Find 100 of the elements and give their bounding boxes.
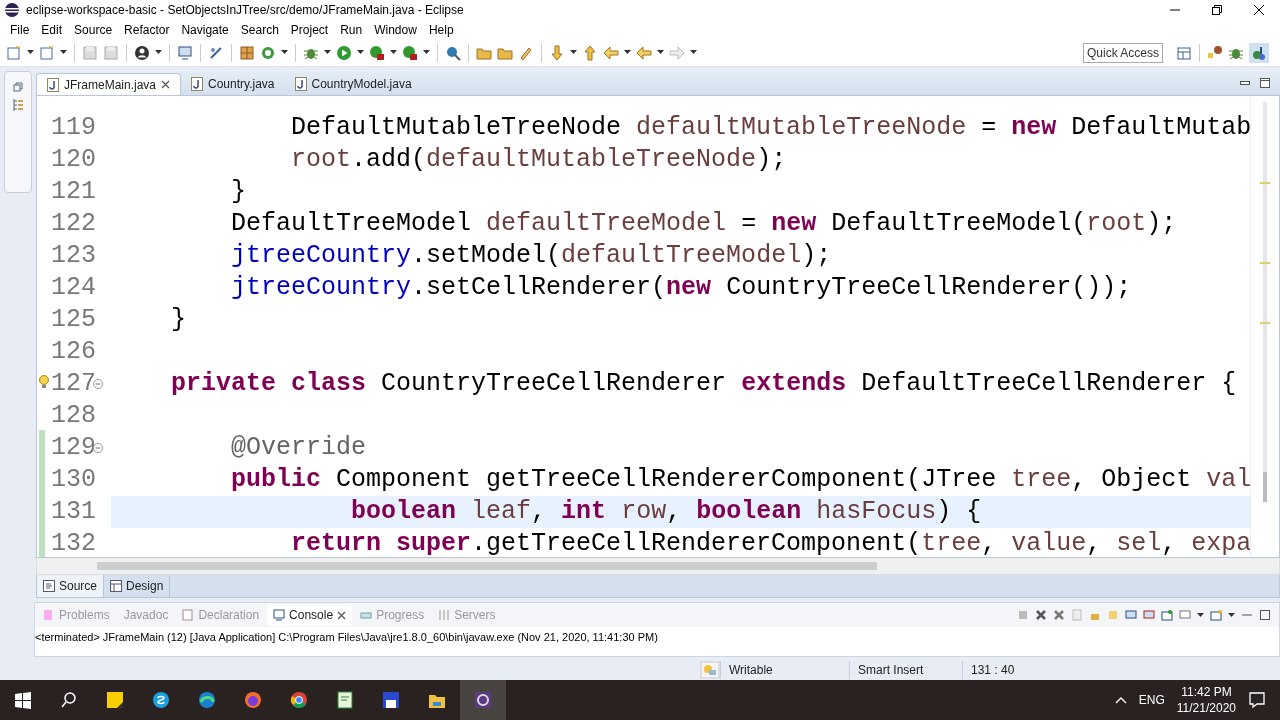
caret-icon[interactable] <box>570 50 577 56</box>
caret-icon[interactable] <box>27 50 34 56</box>
progress-icon <box>360 609 373 622</box>
search-icon[interactable] <box>59 690 79 710</box>
menu-item[interactable]: Edit <box>35 23 69 38</box>
caret-icon[interactable] <box>690 50 697 56</box>
outline-icon[interactable] <box>12 98 24 113</box>
remove-icon[interactable] <box>1035 609 1047 622</box>
console-output: <terminated> JFrameMain (12) [Java Application] C:\Program Files\Java\jre1.8.0_60\bin\javaw.exe (Nov 21, 2020, 11:41:30 PM) <box>35 630 659 644</box>
code-line: jtreeCountry.setModel(defaultTreeModel); <box>231 240 832 273</box>
line-number: 132 <box>51 528 93 561</box>
run-stop-icon[interactable] <box>402 44 418 61</box>
round-browser-icon[interactable] <box>289 690 309 710</box>
window-layout-icon[interactable] <box>1176 44 1192 61</box>
fox-browser-icon[interactable] <box>243 690 263 710</box>
quick-access-field[interactable]: Quick Access <box>1082 42 1163 63</box>
lightbulb-warning-icon[interactable] <box>38 375 50 390</box>
language-indicator[interactable]: ENG <box>1138 693 1165 707</box>
design-icon <box>110 580 123 593</box>
back-arrow-icon[interactable] <box>603 44 619 61</box>
caret-icon[interactable] <box>324 50 331 56</box>
remove-all-icon[interactable] <box>1053 609 1065 622</box>
java-file-icon <box>294 77 307 92</box>
java-file-icon <box>191 77 204 92</box>
code-line: root.add(defaultMutableTreeNode); <box>291 144 787 177</box>
editor-tab[interactable]: JFrameMain.java <box>36 73 182 96</box>
line-number: 123 <box>51 240 93 273</box>
menu-item[interactable]: Help <box>422 23 460 38</box>
editor-mode-tab[interactable]: Design <box>104 575 171 598</box>
code-line: DefaultMutableTreeNode defaultMutableTreeNode = new DefaultMutab <box>291 112 1250 145</box>
chat-bubble-icon[interactable] <box>151 690 171 710</box>
status-text: Smart Insert <box>849 660 962 679</box>
line-number: 131 <box>51 496 93 529</box>
fold-icon[interactable] <box>93 379 103 390</box>
line-number: 119 <box>51 112 93 145</box>
close-icon[interactable] <box>337 610 347 620</box>
caret-icon[interactable] <box>390 50 397 56</box>
clock-date[interactable]: 11/21/2020 <box>1176 701 1236 715</box>
person-icon[interactable] <box>134 44 150 61</box>
up-arrow-icon[interactable] <box>582 44 598 61</box>
windows-logo-icon[interactable] <box>13 690 33 710</box>
close-icon[interactable] <box>1254 5 1264 16</box>
monitor-icon[interactable] <box>177 44 193 61</box>
caret-icon[interactable] <box>60 50 67 56</box>
monitor-icon[interactable] <box>1179 609 1191 622</box>
close-icon[interactable] <box>161 80 171 90</box>
package-icon[interactable] <box>239 44 255 61</box>
editor-tab[interactable]: CountryModel.java <box>284 73 422 96</box>
editor-mode-tab[interactable]: Source <box>37 575 105 598</box>
code-line: } <box>231 176 247 209</box>
panel-tab[interactable]: Console <box>267 604 353 627</box>
console-error-icon[interactable] <box>1143 609 1155 622</box>
menu-item[interactable]: Search <box>234 23 285 38</box>
hierarchy-icon[interactable] <box>1207 44 1223 61</box>
status-text: Writable <box>720 660 849 679</box>
code-line: @Override <box>231 432 367 465</box>
new-console-icon[interactable] <box>1210 609 1222 622</box>
scrollbar-thumb[interactable] <box>97 562 877 571</box>
line-number: 128 <box>51 400 93 433</box>
sticky-note-icon[interactable] <box>105 690 125 710</box>
code-line: DefaultTreeModel defaultTreeModel = new DefaultTreeModel(root); <box>231 208 1177 241</box>
run-icon[interactable] <box>336 44 352 61</box>
caret-icon[interactable] <box>423 50 430 56</box>
maximize-icon[interactable] <box>1259 609 1271 622</box>
clock-time[interactable]: 11:42 PM <box>1181 685 1232 699</box>
line-number: 127 <box>51 368 93 401</box>
notepad-icon[interactable] <box>335 690 355 710</box>
menu-item[interactable]: Project <box>284 23 335 38</box>
console-output-icon[interactable] <box>1125 609 1137 622</box>
down-arrow-icon[interactable] <box>549 44 565 61</box>
menu-item[interactable]: Navigate <box>175 23 235 38</box>
caret-icon[interactable] <box>1197 612 1204 618</box>
declaration-icon <box>182 609 195 622</box>
line-number: 129 <box>51 432 93 465</box>
notification-icon[interactable] <box>1248 691 1266 709</box>
java-perspective-icon[interactable] <box>1251 44 1267 61</box>
maximize-icon[interactable] <box>1260 78 1270 89</box>
back-arrow-icon[interactable] <box>636 44 652 61</box>
menu-item[interactable]: Refactor <box>118 23 176 38</box>
code-line: boolean leaf, int row, boolean hasFocus) { <box>351 496 982 529</box>
cursor-position: 131 : 40 <box>962 660 1079 679</box>
restore-icon[interactable] <box>1212 5 1222 16</box>
browser-wave-icon[interactable] <box>197 690 217 710</box>
caret-icon[interactable] <box>657 50 664 56</box>
caret-icon[interactable] <box>1228 612 1235 618</box>
caret-icon[interactable] <box>624 50 631 56</box>
caret-icon[interactable] <box>357 50 364 56</box>
caret-icon[interactable] <box>281 50 288 56</box>
menu-item[interactable]: Window <box>368 23 423 38</box>
editor-tab[interactable]: Country.java <box>181 73 285 96</box>
menu-item[interactable]: Source <box>68 23 119 38</box>
caret-icon[interactable] <box>155 50 162 56</box>
menu-item[interactable]: Run <box>334 23 369 38</box>
code-line: jtreeCountry.setCellRenderer(new CountryTreeCellRenderer()); <box>231 272 1132 305</box>
line-number: 125 <box>51 304 93 337</box>
run-stop-icon[interactable] <box>369 44 385 61</box>
source-icon <box>43 580 55 593</box>
chevron-up-icon[interactable] <box>1114 696 1127 704</box>
fold-icon[interactable] <box>93 443 103 454</box>
menu-item[interactable]: File <box>4 23 36 38</box>
